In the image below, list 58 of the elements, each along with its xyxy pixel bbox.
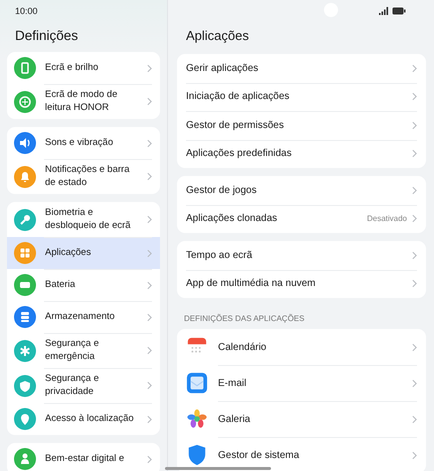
app-row[interactable]: Galeria <box>177 401 426 437</box>
sidebar-item[interactable]: Bateria <box>7 269 160 301</box>
settings-row[interactable]: Gestor de permissões <box>177 111 426 140</box>
chevron-icon <box>412 279 417 288</box>
chevron-icon <box>412 186 417 195</box>
chevron-icon <box>412 64 417 73</box>
battery-icon <box>392 7 406 15</box>
sidebar-item[interactable]: Biometria e desbloqueio de ecrã <box>7 202 160 237</box>
chevron-icon <box>147 381 152 390</box>
chevron-icon <box>412 120 417 130</box>
chevron-icon <box>147 172 152 181</box>
sidebar-item[interactable]: Segurança e emergência <box>7 333 160 368</box>
app-row[interactable]: E-mail <box>177 365 426 401</box>
chevron-icon <box>147 346 152 355</box>
chevron-icon <box>412 92 417 102</box>
settings-row[interactable]: Tempo ao ecrã <box>177 241 426 270</box>
app-row[interactable]: Calendário <box>177 329 426 365</box>
chevron-icon <box>412 414 417 424</box>
chevron-icon <box>412 250 417 260</box>
status-time: 10:00 <box>15 6 38 16</box>
chevron-icon <box>147 215 152 224</box>
chevron-icon <box>147 248 152 258</box>
page-title: Definições <box>14 27 80 45</box>
sidebar-item[interactable]: Armazenamento <box>7 301 160 333</box>
signal-icon <box>379 7 389 15</box>
sidebar-item[interactable]: Segurança e privacidade <box>7 368 160 403</box>
chevron-icon <box>412 378 417 388</box>
chevron-icon <box>147 138 152 148</box>
sidebar-item[interactable]: Aplicações <box>7 237 160 269</box>
settings-row[interactable]: Gestor de jogos <box>177 176 426 204</box>
chevron-icon <box>147 414 152 424</box>
chevron-icon <box>147 280 152 290</box>
settings-row[interactable]: Iniciação de aplicações <box>177 82 426 111</box>
chevron-icon <box>147 64 152 72</box>
chevron-icon <box>147 312 152 322</box>
section-header: DEFINIÇÕES DAS APLICAÇÕES <box>183 313 306 325</box>
home-indicator[interactable] <box>165 467 271 470</box>
settings-row[interactable]: App de multimédia na nuvem <box>177 270 426 298</box>
sidebar-item[interactable]: Bem-estar digital e <box>7 443 160 471</box>
sidebar-item[interactable]: Ecrã e brilho <box>7 52 160 84</box>
chevron-icon <box>412 149 417 158</box>
chevron-icon <box>147 454 152 464</box>
settings-row[interactable]: Aplicações clonadas Desativado <box>177 204 426 233</box>
mail-icon <box>186 372 208 394</box>
chevron-icon <box>147 97 152 106</box>
gallery-icon <box>186 408 208 430</box>
app-row[interactable]: Gestor de sistema <box>177 437 426 471</box>
chevron-icon <box>412 450 417 460</box>
sidebar-item[interactable]: Sons e vibração <box>7 127 160 159</box>
sidebar-item[interactable]: Acesso à localização <box>7 403 160 435</box>
settings-row[interactable]: Gerir aplicações <box>177 54 426 82</box>
sidebar-item[interactable]: Notificações e barra de estado <box>7 159 160 194</box>
chevron-icon <box>412 214 417 224</box>
sidebar-item[interactable]: Ecrã de modo de leitura HONOR <box>7 84 160 119</box>
settings-row[interactable]: Aplicações predefinidas <box>177 140 426 168</box>
shield-icon <box>186 444 208 466</box>
chevron-icon <box>412 342 417 352</box>
section-title: Aplicações <box>185 27 250 45</box>
